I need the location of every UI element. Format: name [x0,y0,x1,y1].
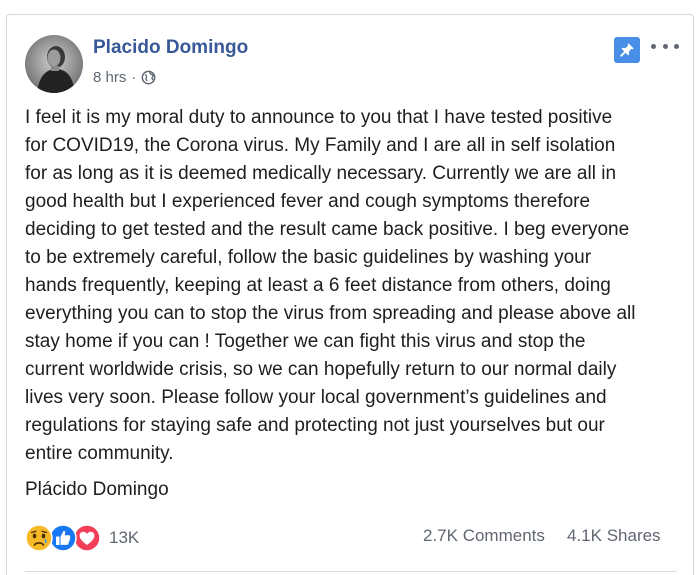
pin-button[interactable] [614,37,640,63]
comments-count[interactable]: 2.7K Comments [423,526,545,546]
shares-count[interactable]: 4.1K Shares [567,526,661,546]
more-options-button[interactable] [651,39,679,53]
ellipsis-icon [662,43,668,49]
ellipsis-icon [651,43,656,49]
reaction-icons [25,524,103,552]
reactions-count[interactable]: 13K [109,528,139,548]
post-card: Placido Domingo 8 hrs · I feel it is my … [6,14,694,575]
avatar-photo [25,35,83,93]
sad-icon [25,524,53,552]
divider [25,571,677,572]
reactions-summary[interactable]: 13K [25,523,139,553]
post-signature: Plácido Domingo [25,479,169,500]
pushpin-icon [620,43,634,57]
avatar[interactable] [25,35,83,93]
author-name[interactable]: Placido Domingo [93,37,248,59]
post-timestamp[interactable]: 8 hrs [93,69,126,86]
post-meta: 8 hrs · [93,67,156,87]
post-body: I feel it is my moral duty to announce t… [25,107,636,464]
meta-separator: · [131,68,137,86]
globe-icon[interactable] [141,70,156,85]
like-icon [49,524,77,552]
ellipsis-icon [674,43,679,49]
love-icon [73,524,101,552]
